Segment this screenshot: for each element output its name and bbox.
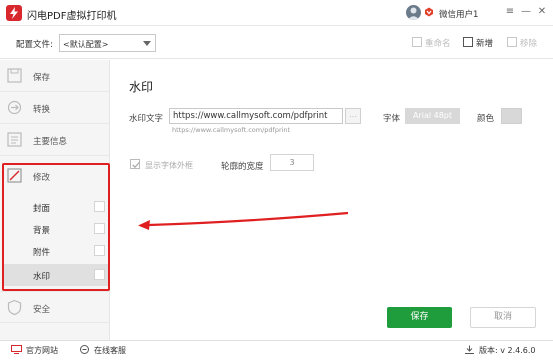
watermark-hint: https://www.callmysoft.com/pdfprint: [172, 126, 291, 134]
minimize-button[interactable]: —: [520, 5, 532, 19]
outline-checkbox[interactable]: [130, 159, 140, 169]
trash-icon: [507, 37, 517, 47]
sidebar-item-label: 保存: [33, 73, 51, 83]
watermark-browse-button[interactable]: …: [345, 108, 361, 124]
app-logo-icon: [6, 5, 22, 21]
config-select-value: <默认配置>: [63, 40, 109, 49]
save-icon: [7, 68, 22, 83]
remove-button[interactable]: 移除: [507, 37, 537, 49]
annotation-arrow: [138, 211, 349, 230]
outline-width-input[interactable]: 3: [270, 154, 314, 171]
support-label: 在线客服: [94, 346, 126, 355]
sidebar-item-label: 安全: [33, 305, 51, 315]
watermark-text-field[interactable]: [169, 108, 343, 124]
user-name[interactable]: 微信用户1: [439, 8, 478, 20]
footer: 官方网站 在线客服 版本: v 2.4.6.0: [0, 340, 553, 360]
title-bar: 闪电PDF虚拟打印机 微信用户1 ≡ — ✕: [0, 0, 553, 26]
version-info[interactable]: 版本: v 2.4.6.0: [464, 345, 536, 356]
page-title: 水印: [129, 80, 154, 94]
shield-icon: [7, 299, 22, 316]
rename-icon: [412, 37, 422, 47]
watermark-text-input[interactable]: [170, 109, 340, 123]
watermark-text-label: 水印文字: [129, 114, 164, 124]
check-icon: [132, 162, 140, 169]
color-label: 颜色: [477, 114, 495, 124]
sidebar-item-label: 转换: [33, 105, 51, 115]
sidebar-subitem-attachment[interactable]: 附件: [3, 240, 108, 262]
font-button[interactable]: Arial 48pt: [405, 108, 460, 124]
version-label: 版本: v 2.4.6.0: [479, 346, 536, 355]
sidebar-subitem-checkbox[interactable]: [94, 201, 105, 212]
monitor-icon: [11, 345, 22, 354]
sidebar-item-label: 修改: [33, 173, 51, 183]
sidebar-subitem-background[interactable]: 背景: [3, 218, 108, 240]
sidebar-item-info[interactable]: 主要信息: [0, 124, 110, 156]
cancel-button[interactable]: 取消: [470, 307, 536, 328]
add-icon: [463, 37, 473, 47]
avatar[interactable]: [406, 5, 421, 20]
font-label: 字体: [383, 114, 401, 124]
outline-checkbox-label: 显示字体外框: [145, 161, 193, 170]
new-label: 新增: [476, 39, 494, 49]
convert-icon: [7, 100, 22, 115]
outline-width-label: 轮廓的宽度: [221, 162, 264, 172]
save-button[interactable]: 保存: [387, 307, 452, 328]
sidebar-subitem-label: 背景: [33, 226, 51, 236]
sidebar-item-label: 主要信息: [33, 137, 68, 147]
app-title: 闪电PDF虚拟打印机: [27, 11, 117, 22]
chevron-down-icon: [143, 41, 151, 46]
sidebar-subitem-checkbox[interactable]: [94, 245, 105, 256]
config-bar: 配置文件: <默认配置> 重命名 新增 移除: [0, 26, 553, 59]
close-button[interactable]: ✕: [536, 5, 548, 19]
sidebar-subitem-checkbox[interactable]: [94, 223, 105, 234]
color-picker[interactable]: [501, 108, 522, 124]
sidebar-subitem-label: 水印: [33, 272, 51, 282]
website-label: 官方网站: [26, 346, 58, 355]
config-select[interactable]: <默认配置>: [59, 34, 156, 52]
support-link[interactable]: 在线客服: [79, 345, 126, 356]
vip-badge-icon: [425, 7, 433, 17]
sidebar-item-security[interactable]: 安全: [0, 291, 110, 323]
rename-label: 重命名: [425, 39, 451, 49]
sidebar-item-edit[interactable]: 修改: [0, 160, 110, 192]
new-button[interactable]: 新增: [463, 37, 493, 49]
sidebar-item-convert[interactable]: 转换: [0, 92, 110, 124]
download-icon: [465, 345, 474, 354]
edit-icon: [7, 168, 22, 183]
sidebar-item-save[interactable]: 保存: [0, 60, 110, 92]
info-icon: [7, 132, 22, 147]
sidebar: 保存 转换 主要信息 修改 封面 背景 附件 水印 安全: [0, 60, 110, 340]
sidebar-subitem-watermark[interactable]: 水印: [3, 264, 108, 286]
website-link[interactable]: 官方网站: [11, 345, 58, 356]
rename-button[interactable]: 重命名: [412, 37, 451, 49]
sidebar-subitem-label: 封面: [33, 204, 51, 214]
chat-icon: [80, 345, 89, 354]
sidebar-subitem-checkbox[interactable]: [94, 269, 105, 280]
config-label: 配置文件:: [16, 40, 53, 50]
remove-label: 移除: [520, 39, 538, 49]
menu-icon[interactable]: ≡: [504, 5, 516, 19]
sidebar-subitem-cover[interactable]: 封面: [3, 196, 108, 218]
sidebar-subitem-label: 附件: [33, 248, 51, 258]
